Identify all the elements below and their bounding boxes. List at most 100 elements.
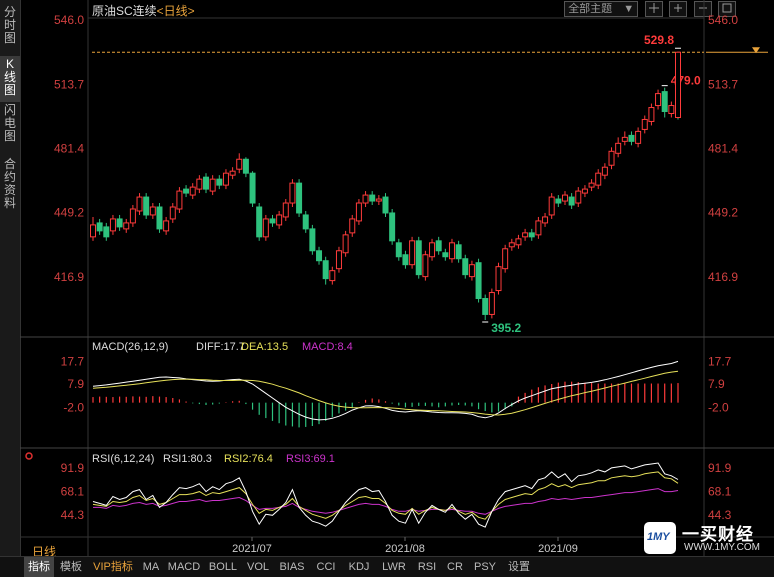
tab-cr[interactable]: CR <box>442 557 468 577</box>
tab-vip指标[interactable]: VIP指标 <box>88 557 138 577</box>
candle-body <box>335 250 342 270</box>
macd-dea-value: DEA:13.5 <box>241 341 288 353</box>
candle-body <box>409 240 416 266</box>
candle-body <box>508 242 515 248</box>
tab-kdj[interactable]: KDJ <box>342 557 376 577</box>
rsi-axis-label-right: 91.9 <box>708 461 732 475</box>
candle-body <box>183 188 190 194</box>
tab-bias[interactable]: BIAS <box>274 557 310 577</box>
candle-body <box>595 172 602 186</box>
tab-lwr[interactable]: LWR <box>376 557 412 577</box>
candle-body <box>535 220 542 236</box>
candle-body <box>635 130 642 144</box>
rsi-title: RSI(6,12,24) <box>92 453 154 465</box>
candle-body <box>355 202 362 222</box>
price-axis-label-right: 513.7 <box>708 77 738 91</box>
macd-axis-label-right: 17.7 <box>708 354 732 368</box>
candle-body <box>608 150 615 166</box>
candle-body <box>262 218 269 238</box>
candle-body <box>269 218 276 224</box>
tab-cci[interactable]: CCI <box>310 557 342 577</box>
macd-diff-value: DIFF:17.7 <box>196 341 245 353</box>
price-axis-label-right: 546.0 <box>708 13 738 27</box>
candle-body <box>349 218 356 234</box>
candle-body <box>588 182 595 188</box>
candle-body <box>282 202 289 218</box>
candle-body <box>156 206 163 230</box>
candle-body <box>375 198 382 202</box>
candle-body <box>196 178 203 190</box>
tab-boll[interactable]: BOLL <box>204 557 242 577</box>
price-axis-label-right: 481.4 <box>708 142 738 156</box>
candle-body <box>462 258 469 276</box>
tab-rsi[interactable]: RSI <box>412 557 442 577</box>
tab-设置[interactable]: 设置 <box>502 557 536 577</box>
candle-body <box>96 222 103 232</box>
rsi2-line <box>92 471 679 520</box>
tab-指标[interactable]: 指标 <box>24 557 54 577</box>
candle-body <box>216 178 223 186</box>
candle-body <box>163 220 170 232</box>
candle-body <box>548 196 555 216</box>
candle-body <box>176 190 183 210</box>
candle-body <box>289 182 296 204</box>
chart-svg: 546.0 546.0 513.7 513.7 481.4 481.4 449.2 449.2… <box>20 0 774 556</box>
rsi-axis-label-left: 68.1 <box>61 485 85 499</box>
price-axis-label-right: 416.9 <box>708 270 738 284</box>
tab-psy[interactable]: PSY <box>468 557 502 577</box>
candle-body <box>342 234 349 254</box>
indicator-tab-bar: 指标 模板 VIP指标 MA MACD BOLL VOL BIAS CCI KDJ LWR RSI CR… <box>0 556 774 577</box>
rsi-axis-label-left: 44.3 <box>61 508 85 522</box>
candle-body <box>249 172 256 204</box>
watermark-url: WWW.1MY.COM <box>684 542 760 553</box>
candle-body <box>648 107 655 122</box>
chart-area[interactable]: 546.0 546.0 513.7 513.7 481.4 481.4 449.2 449.2… <box>0 0 774 556</box>
candle-body <box>435 240 442 252</box>
candle-body <box>515 238 522 246</box>
candle-body <box>555 198 562 204</box>
candle-body <box>528 232 535 238</box>
candle-body <box>568 196 575 206</box>
candle-body <box>143 196 150 216</box>
last-candle-body <box>675 51 681 118</box>
candle-body <box>542 216 549 224</box>
macd-axis-label-left: -2.0 <box>63 400 84 414</box>
candle-body <box>169 206 176 220</box>
tab-模板[interactable]: 模板 <box>54 557 88 577</box>
candle-body <box>641 118 648 130</box>
macd-axis-label-left: 17.7 <box>61 354 85 368</box>
candle-body <box>455 244 462 260</box>
candle-body <box>116 218 123 228</box>
candle-body <box>109 218 116 232</box>
price-axis-label-right: 449.2 <box>708 206 738 220</box>
candle-body <box>422 254 429 278</box>
candle-body <box>242 158 249 174</box>
candle-body <box>362 194 369 204</box>
x-axis-label: 2021/08 <box>385 543 425 555</box>
candle-body <box>236 158 243 170</box>
candle-body <box>209 178 216 192</box>
candle-body <box>429 242 436 258</box>
tab-vol[interactable]: VOL <box>242 557 274 577</box>
watermark-logo-mark: 1MY <box>644 522 676 554</box>
tab-ma[interactable]: MA <box>138 557 164 577</box>
macd-axis-label-right: -2.0 <box>708 400 729 414</box>
last-price-annotation: 529.8 <box>644 33 674 47</box>
candle-body <box>561 194 568 202</box>
candle-body <box>502 248 509 270</box>
low-annotation: 395.2 <box>491 321 521 335</box>
candle-body <box>468 264 475 278</box>
candle-body <box>382 196 389 214</box>
candle-body <box>628 134 635 142</box>
candle-body <box>103 226 110 238</box>
price-axis-label-left: 449.2 <box>54 206 84 220</box>
candle-body <box>222 172 229 186</box>
macd-title: MACD(26,12,9) <box>92 341 168 353</box>
candle-body <box>415 240 422 276</box>
candle-body <box>661 91 668 113</box>
candle-body <box>655 93 662 107</box>
tab-macd[interactable]: MACD <box>164 557 204 577</box>
candle-body <box>488 292 495 315</box>
macd-diff-line <box>92 360 679 421</box>
watermark-logo: 1MY 一买财经 WWW.1MY.COM <box>644 518 764 558</box>
